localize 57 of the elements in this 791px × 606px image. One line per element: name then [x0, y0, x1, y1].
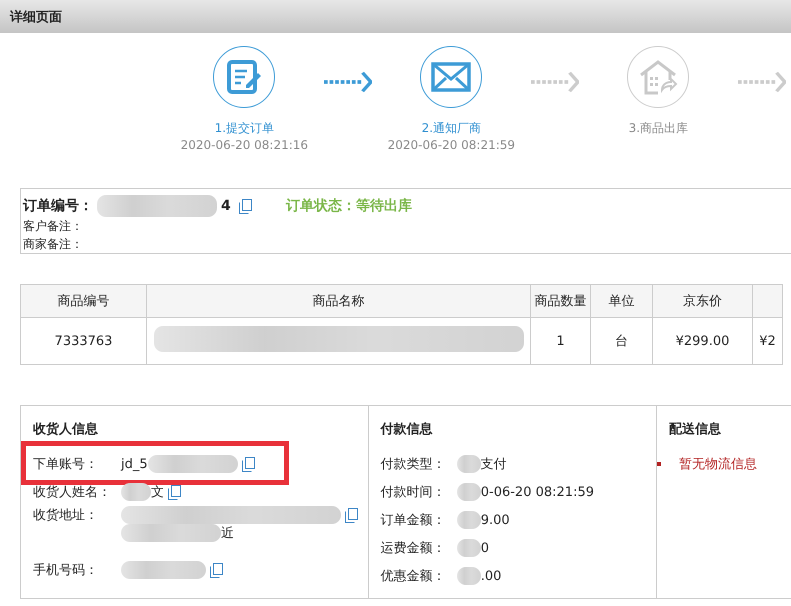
copy-icon[interactable] [238, 198, 252, 214]
field-label: 下单账号： [33, 456, 99, 473]
blurred-text [456, 483, 481, 501]
blurred-text [456, 539, 481, 557]
table-cell: 台 [590, 318, 652, 364]
section-title: 收货人信息 [33, 421, 99, 438]
window-title: 详细页面 [0, 0, 791, 33]
blurred-text [456, 567, 481, 585]
step-label: 1.提交订单 [214, 120, 274, 137]
field-label: 收货人姓名： [33, 484, 112, 501]
field-value: jd_5 [121, 456, 148, 472]
field-label: 运费金额： [380, 540, 447, 557]
column-header: 商品名称 [146, 284, 530, 318]
order-status: 订单状态：等待出库 [286, 197, 412, 215]
field-label: 付款时间： [380, 484, 447, 501]
bullet-icon [656, 462, 661, 466]
table-cell: ¥299.00 [652, 318, 752, 364]
step-label: 2.通知厂商 [422, 120, 482, 137]
order-number: 4 [221, 198, 231, 214]
column-header: 商品数量 [530, 284, 590, 318]
field-value: 近 [221, 525, 234, 542]
copy-icon[interactable] [168, 484, 181, 500]
field-label: 付款类型： [380, 456, 447, 473]
column-header: 京东价 [652, 284, 752, 318]
section-title: 配送信息 [668, 421, 722, 438]
blurred-text [456, 455, 481, 473]
table-cell: 1 [530, 318, 590, 364]
field-label: 手机号码： [33, 562, 99, 579]
house-icon [638, 59, 678, 95]
section-title: 付款信息 [380, 421, 434, 438]
field-label: 订单金额： [380, 512, 447, 529]
note-label: 客户备注： [23, 218, 84, 235]
field-label: 收货地址： [33, 507, 99, 524]
field-label: 优惠金额： [380, 568, 447, 585]
blurred-text [456, 511, 481, 529]
order-number-label: 订单编号： [23, 197, 93, 215]
delivery-status: 暂无物流信息 [678, 456, 757, 473]
field-value: 9.00 [480, 512, 510, 528]
blurred-text [121, 483, 151, 501]
field-value: 0 [480, 540, 490, 556]
field-value: 0-06-20 08:21:59 [480, 484, 594, 500]
step-time: 2020-06-20 08:21:59 [388, 138, 516, 152]
step-label: 3.商品出库 [628, 120, 688, 137]
note-label: 商家备注： [23, 236, 84, 253]
field-value: 支付 [480, 456, 507, 473]
field-value: 文 [151, 484, 164, 501]
envelope-icon [431, 62, 472, 92]
step-time: 2020-06-20 08:21:16 [180, 138, 308, 152]
form-edit-icon [226, 59, 262, 95]
copy-icon[interactable] [242, 456, 255, 472]
table-cell: 7333763 [20, 318, 146, 364]
table-cell: ¥2 [752, 318, 782, 364]
copy-icon[interactable] [345, 508, 358, 522]
field-value: .00 [480, 568, 502, 584]
column-header: 商品编号 [20, 284, 146, 318]
copy-icon[interactable] [210, 562, 223, 578]
column-header: 单位 [590, 284, 652, 318]
